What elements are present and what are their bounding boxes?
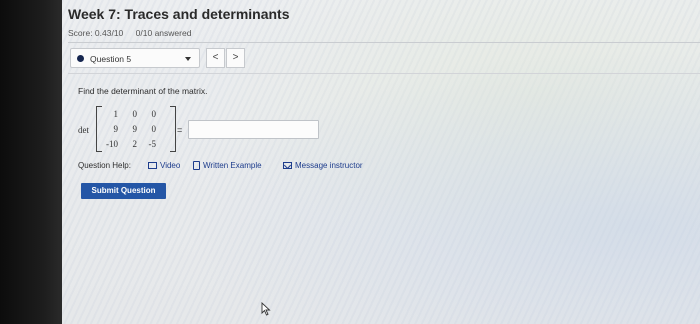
mail-icon [283, 162, 292, 169]
written-example-link[interactable]: Written Example [193, 161, 262, 170]
answered-text: 0/10 answered [135, 28, 192, 38]
score-line: Score: 0.43/10 0/10 answered [68, 28, 201, 38]
question-select[interactable]: Question 5 [70, 48, 200, 68]
written-example-label: Written Example [203, 161, 262, 170]
divider [68, 73, 700, 74]
document-icon [193, 161, 200, 170]
page-title: Week 7: Traces and determinants [68, 6, 290, 22]
det-label: det [78, 125, 89, 135]
message-instructor-label: Message instructor [295, 161, 363, 170]
mouse-cursor-icon [261, 302, 271, 316]
question-prompt: Find the determinant of the matrix. [78, 86, 208, 96]
matrix-cell: 9 [132, 124, 138, 134]
video-link[interactable]: Video [148, 161, 180, 170]
score-text: Score: 0.43/10 [68, 28, 124, 38]
chevron-left-icon: < [212, 52, 219, 63]
matrix-cell: 2 [132, 139, 138, 149]
video-link-label: Video [160, 161, 181, 170]
answer-input[interactable] [188, 120, 319, 139]
matrix-cell: 0 [151, 124, 157, 134]
divider [68, 42, 700, 43]
matrix-cell: 9 [113, 124, 119, 134]
question-select-label: Question 5 [90, 54, 132, 64]
message-instructor-link[interactable]: Message instructor [283, 161, 363, 170]
matrix-cell: -5 [148, 139, 157, 149]
equals-sign: = [177, 125, 183, 135]
chevron-right-icon: > [232, 52, 239, 63]
matrix-right-bracket [170, 106, 176, 152]
video-icon [148, 162, 157, 169]
screen-bezel [0, 0, 62, 324]
matrix-cell: 1 [113, 109, 119, 119]
matrix-cell: -10 [106, 139, 118, 149]
next-question-button[interactable]: > [226, 48, 245, 68]
matrix-cell: 0 [151, 109, 157, 119]
status-dot-icon [77, 55, 84, 62]
submit-question-button[interactable]: Submit Question [81, 183, 166, 199]
assignment-page: Week 7: Traces and determinants Score: 0… [62, 0, 700, 324]
matrix-cell: 0 [132, 109, 138, 119]
prev-question-button[interactable]: < [206, 48, 225, 68]
chevron-down-icon [185, 57, 191, 61]
question-help-label: Question Help: [78, 161, 131, 170]
